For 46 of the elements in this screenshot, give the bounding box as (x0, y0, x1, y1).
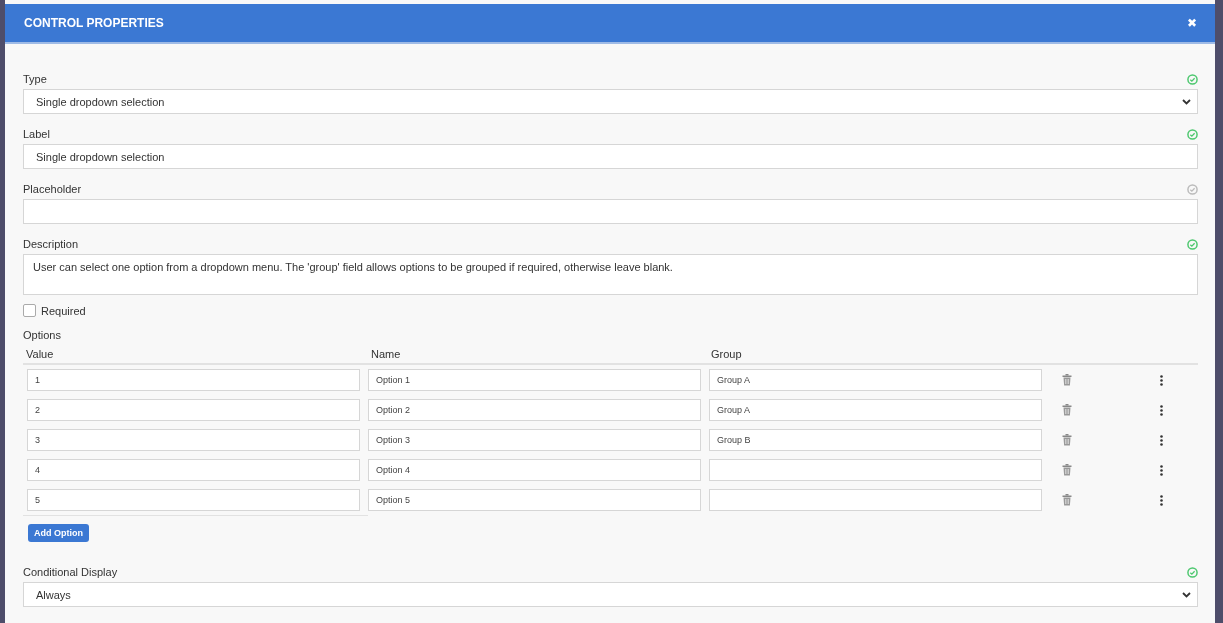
value-field[interactable]: 2 (27, 399, 360, 421)
name-field[interactable]: Option 3 (368, 429, 701, 451)
name-field[interactable]: Option 5 (368, 489, 701, 511)
value-field[interactable]: 1 (27, 369, 360, 391)
more-vertical-icon[interactable] (1160, 404, 1163, 416)
field-label: Type (23, 73, 47, 85)
trash-icon[interactable] (1062, 494, 1072, 506)
trash-icon[interactable] (1062, 434, 1072, 446)
chevron-down-icon (1182, 98, 1191, 105)
text-field[interactable] (23, 199, 1198, 224)
column-header: Value (26, 348, 55, 360)
section-label: Options (23, 329, 61, 341)
more-vertical-icon[interactable] (1160, 494, 1163, 506)
field-label: Description (23, 238, 79, 250)
column-header: Group (711, 348, 743, 360)
value-field[interactable]: 5 (27, 489, 360, 511)
column-header: Name (371, 348, 402, 360)
value-field[interactable]: 3 (27, 429, 360, 451)
more-vertical-icon[interactable] (1160, 434, 1163, 446)
close-button[interactable]: ✖ (1187, 16, 1197, 30)
dropdown-field[interactable]: Single dropdown selection (23, 89, 1198, 114)
group-field[interactable]: Group A (709, 399, 1042, 421)
dropdown-field[interactable]: Always (23, 582, 1198, 607)
more-vertical-icon[interactable] (1160, 374, 1163, 386)
dialog-title: CONTROL PROPERTIES (24, 16, 164, 30)
group-field[interactable] (709, 489, 1042, 511)
trash-icon[interactable] (1062, 404, 1072, 416)
group-field[interactable]: Group B (709, 429, 1042, 451)
checkbox-label: Required (41, 304, 86, 317)
description-field[interactable]: User can select one option from a dropdown menu. The 'group' field allows options to be grouped if required, otherwise leave blank. (23, 254, 1198, 295)
field-label: Placeholder (23, 183, 82, 195)
name-field[interactable]: Option 1 (368, 369, 701, 391)
more-vertical-icon[interactable] (1160, 464, 1163, 476)
chevron-down-icon (1182, 591, 1191, 598)
name-field[interactable]: Option 4 (368, 459, 701, 481)
value-field[interactable]: 4 (27, 459, 360, 481)
field-label: Conditional Display (23, 566, 118, 578)
group-field[interactable] (709, 459, 1042, 481)
required-checkbox[interactable] (23, 304, 36, 317)
trash-icon[interactable] (1062, 374, 1072, 386)
group-field[interactable]: Group A (709, 369, 1042, 391)
trash-icon[interactable] (1062, 464, 1072, 476)
add-option-button[interactable]: Add Option (28, 524, 89, 542)
field-label: Label (23, 128, 50, 140)
text-field[interactable]: Single dropdown selection (23, 144, 1198, 169)
name-field[interactable]: Option 2 (368, 399, 701, 421)
